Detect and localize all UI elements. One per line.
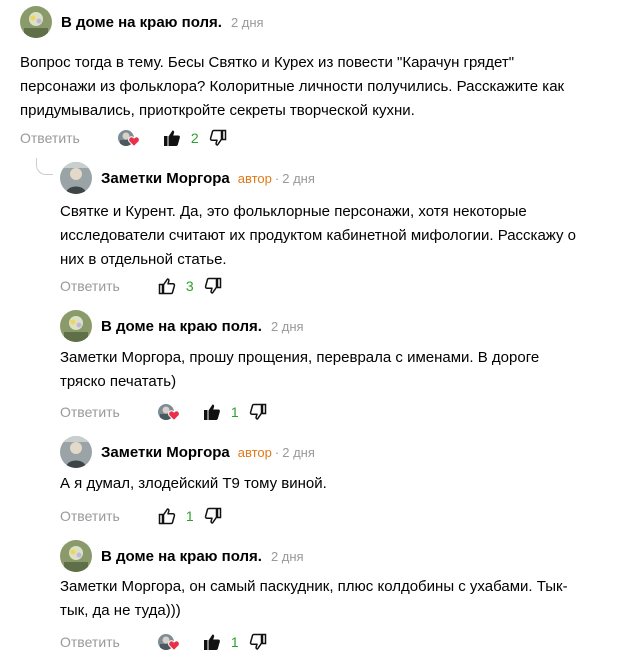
thumbs-down-icon[interactable] [209,129,227,147]
comment-date: 2 дня [282,170,315,186]
thumbs-up-icon[interactable] [203,633,221,651]
comment-actions: Ответить 3 [60,276,222,296]
thumbs-up-icon[interactable] [158,507,176,525]
comment-text: Святке и Курент. Да, это фольклорные пер… [60,203,576,268]
comment-header: В доме на краю поля. 2 дня [60,540,304,572]
reply-button[interactable]: Ответить [60,278,120,294]
thumbs-up-icon[interactable] [163,129,181,147]
comment-text: Заметки Моргора, он самый паскудник, плю… [60,578,568,619]
comment-date: 2 дня [282,444,315,460]
comment-date: 2 дня [270,548,304,564]
user-avatar-icon[interactable] [60,162,92,194]
thumbs-down-icon[interactable] [249,633,267,651]
meta-separator: · [274,444,280,460]
user-avatar-icon[interactable] [60,540,92,572]
reply-button[interactable]: Ответить [60,634,120,650]
author-name[interactable]: В доме на краю поля. [61,14,222,31]
thread-connector-line [36,158,53,175]
reactor-avatar-heart-icon[interactable] [157,403,180,421]
comment-text: Вопрос тогда в тему. Бесы Святко и Курех… [20,54,565,119]
thumbs-up-icon[interactable] [158,277,176,295]
comment-header: Заметки Моргора автор · 2 дня [60,436,315,468]
comment-actions: Ответить 1 [60,506,222,526]
thumbs-down-icon[interactable] [249,403,267,421]
comment-actions: Ответить 1 [60,402,267,422]
meta-separator: · [274,170,280,186]
like-count: 2 [190,130,199,146]
comment-text: А я думал, злодейский Т9 тому виной. [60,475,327,492]
author-name[interactable]: Заметки Моргора [101,170,230,187]
reply-button[interactable]: Ответить [60,508,120,524]
comment-actions: Ответить 2 [20,128,227,148]
like-count: 1 [185,508,194,524]
thumbs-down-icon[interactable] [204,507,222,525]
author-name[interactable]: В доме на краю поля. [101,548,262,565]
comment-header: В доме на краю поля. 2 дня [60,310,304,342]
comment-actions: Ответить 1 [60,632,267,652]
comment-date: 2 дня [230,14,264,30]
user-avatar-icon[interactable] [20,6,52,38]
author-name[interactable]: Заметки Моргора [101,444,230,461]
author-badge: автор [237,170,272,186]
comment-header: В доме на краю поля. 2 дня [20,6,264,38]
reactor-avatar-heart-icon[interactable] [117,129,140,147]
like-count: 1 [230,634,239,650]
comment-text: Заметки Моргора, прошу прощения, перевра… [60,349,540,390]
reactor-avatar-heart-icon[interactable] [157,633,180,651]
author-name[interactable]: В доме на краю поля. [101,318,262,335]
user-avatar-icon[interactable] [60,310,92,342]
comment-date: 2 дня [270,318,304,334]
user-avatar-icon[interactable] [60,436,92,468]
comment-header: Заметки Моргора автор · 2 дня [60,162,315,194]
thumbs-up-icon[interactable] [203,403,221,421]
like-count: 3 [185,278,194,294]
like-count: 1 [230,404,239,420]
thumbs-down-icon[interactable] [204,277,222,295]
reply-button[interactable]: Ответить [20,130,80,146]
author-badge: автор [237,444,272,460]
reply-button[interactable]: Ответить [60,404,120,420]
